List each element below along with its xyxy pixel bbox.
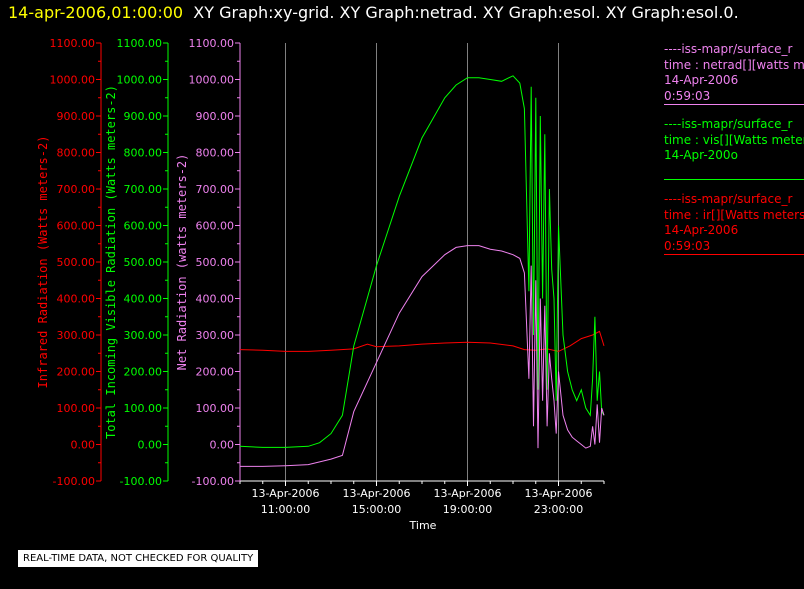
infrared-tick-label-6: 500.00 (57, 256, 96, 269)
visible-tick-label-12: 1100.00 (117, 37, 163, 50)
visible-tick-label-2: 100.00 (124, 402, 163, 415)
infrared-tick-label-7: 600.00 (57, 220, 96, 233)
legend-entry-date: 14-Apr-2006 (664, 223, 739, 237)
infrared-axis-title: Infrared Radiation (Watts meters-2) (36, 136, 50, 389)
x-tick-label-time-1: 15:00:00 (352, 503, 401, 516)
visible-tick-label-7: 600.00 (124, 220, 163, 233)
netrad-tick-label-6: 500.00 (196, 256, 235, 269)
infrared-tick-label-9: 800.00 (57, 147, 96, 160)
x-tick-label-time-0: 11:00:00 (261, 503, 310, 516)
legend-entry-var: time : vis[][Watts meter (664, 132, 804, 147)
netrad-axis-title: Net Radiation (watts meters-2) (175, 154, 189, 371)
netrad-tick-label-2: 100.00 (196, 402, 235, 415)
visible-tick-label-5: 400.00 (124, 293, 163, 306)
infrared-tick-label-11: 1000.00 (50, 74, 96, 87)
netrad-tick-label-5: 400.00 (196, 293, 235, 306)
legend-entry-2: ----iss-mapr/surface_r time : ir[][Watts … (664, 192, 804, 255)
legend-entry-source: ----iss-mapr/surface_r (664, 192, 793, 206)
visible-tick-label-3: 200.00 (124, 366, 163, 379)
x-tick-label-date-3: 13-Apr-2006 (524, 487, 592, 500)
legend-entry-time: 0:59:03 (664, 88, 711, 103)
netrad-tick-label-8: 700.00 (196, 183, 235, 196)
legend-entry-var: time : ir[][Watts meters (664, 207, 804, 222)
quality-disclaimer: REAL-TIME DATA, NOT CHECKED FOR QUALITY (18, 550, 259, 567)
legend-entry-date: 14-Apr-2006 (664, 73, 739, 87)
infrared-tick-label-8: 700.00 (57, 183, 96, 196)
netrad-tick-label-1: 0.00 (210, 439, 235, 452)
infrared-tick-label-5: 400.00 (57, 293, 96, 306)
x-tick-label-date-2: 13-Apr-2006 (433, 487, 501, 500)
netrad-tick-label-10: 900.00 (196, 110, 235, 123)
infrared-tick-label-2: 100.00 (57, 402, 96, 415)
legend-entry-date: 14-Apr-200o (664, 148, 738, 162)
netrad-tick-label-12: 1100.00 (189, 37, 235, 50)
visible-tick-label-8: 700.00 (124, 183, 163, 196)
visible-tick-label-10: 900.00 (124, 110, 163, 123)
visible-tick-label-1: 0.00 (138, 439, 163, 452)
x-tick-label-date-0: 13-Apr-2006 (251, 487, 319, 500)
infrared-tick-label-10: 900.00 (57, 110, 96, 123)
visible-tick-label-4: 300.00 (124, 329, 163, 342)
visible-axis-title: Total Incoming Visible Radiation (Watts … (104, 85, 118, 439)
visible-tick-label-11: 1000.00 (117, 74, 163, 87)
x-tick-label-time-3: 23:00:00 (534, 503, 583, 516)
series-line-infrared (239, 330, 605, 352)
netrad-tick-label-11: 1000.00 (189, 74, 235, 87)
series-line-visible (239, 75, 605, 448)
netrad-tick-label-3: 200.00 (196, 366, 235, 379)
infrared-tick-label-3: 200.00 (57, 366, 96, 379)
infrared-tick-label-1: 0.00 (71, 439, 96, 452)
legend-entry-source: ----iss-mapr/surface_r (664, 42, 793, 56)
visible-tick-label-0: -100.00 (120, 475, 162, 488)
legend-entry-source: ----iss-mapr/surface_r (664, 117, 793, 131)
x-axis-label: Time (409, 519, 437, 532)
legend: ----iss-mapr/surface_r time : netrad[][wa… (664, 42, 804, 267)
netrad-tick-label-7: 600.00 (196, 220, 235, 233)
x-tick-label-date-1: 13-Apr-2006 (342, 487, 410, 500)
legend-entry-time: 0:59:03 (664, 238, 711, 253)
netrad-tick-label-4: 300.00 (196, 329, 235, 342)
legend-entry-time (664, 164, 804, 180)
infrared-tick-label-0: -100.00 (53, 475, 95, 488)
legend-entry-0: ----iss-mapr/surface_r time : netrad[][wa… (664, 42, 804, 105)
netrad-tick-label-0: -100.00 (192, 475, 234, 488)
x-tick-label-time-2: 19:00:00 (443, 503, 492, 516)
infrared-tick-label-12: 1100.00 (50, 37, 96, 50)
visible-tick-label-9: 800.00 (124, 147, 163, 160)
legend-entry-1: ----iss-mapr/surface_r time : vis[][Watts… (664, 117, 804, 180)
legend-entry-var: time : netrad[][watts me (664, 57, 804, 72)
visible-tick-label-6: 500.00 (124, 256, 163, 269)
series-line-netrad (240, 245, 605, 467)
netrad-tick-label-9: 800.00 (196, 147, 235, 160)
infrared-tick-label-4: 300.00 (57, 329, 96, 342)
